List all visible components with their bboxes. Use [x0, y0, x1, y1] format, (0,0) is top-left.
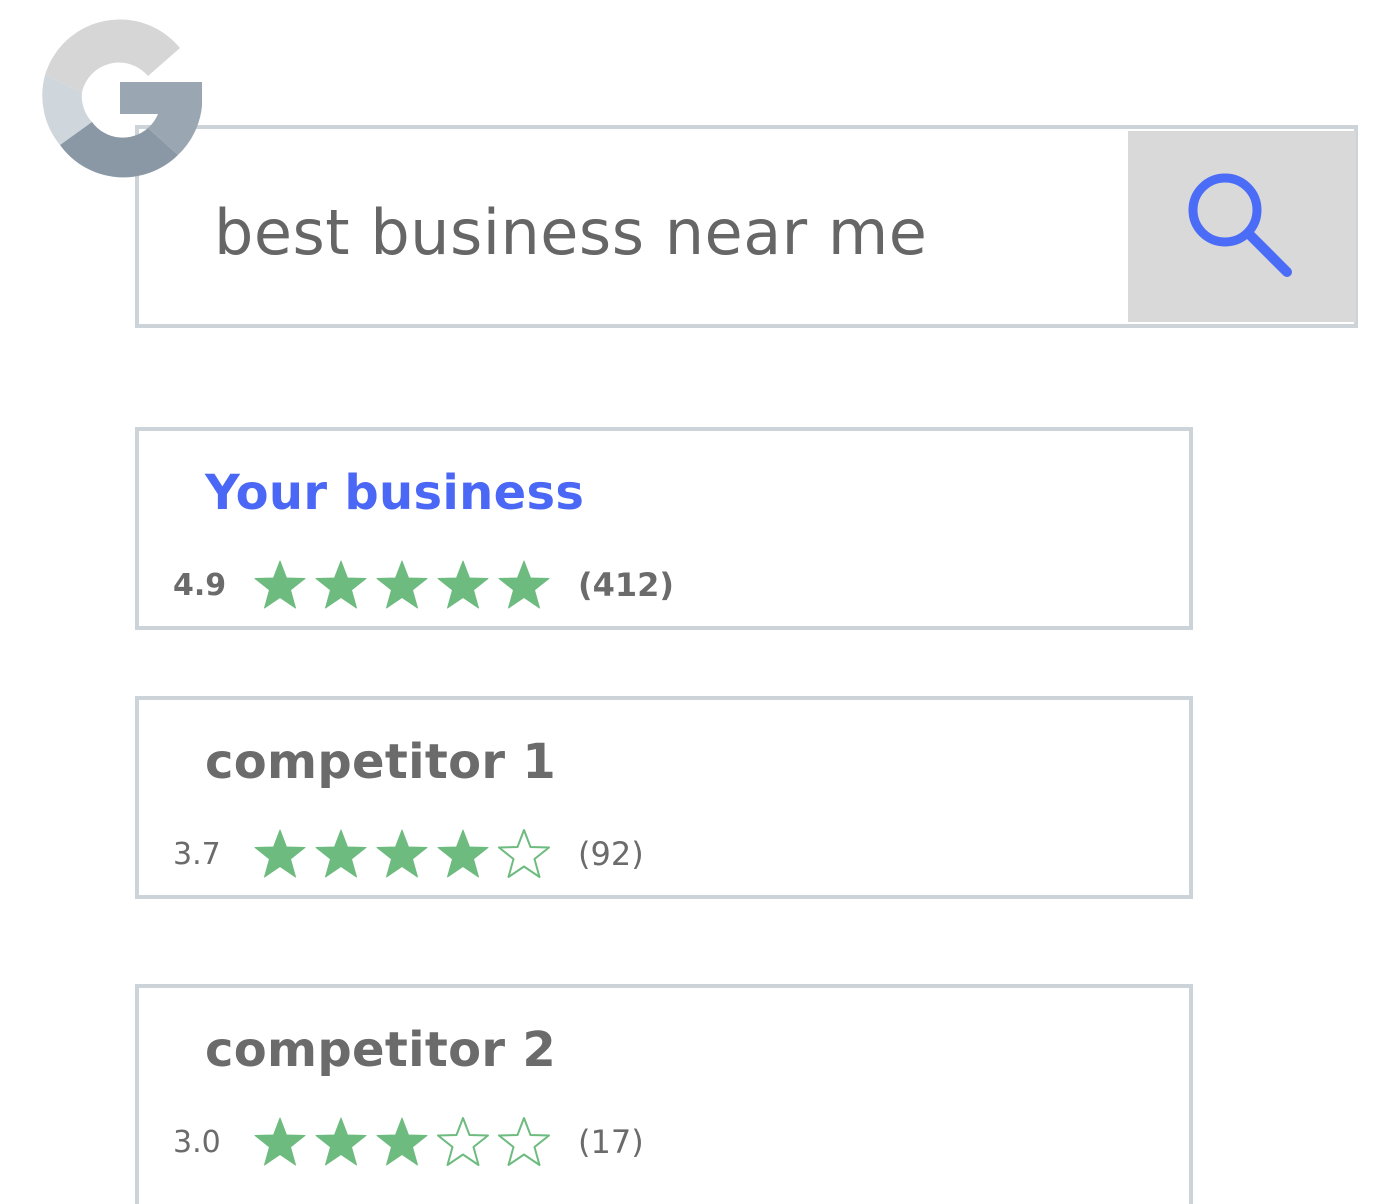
- rating-value: 3.0: [173, 1124, 221, 1160]
- result-card[interactable]: competitor 2 3.0 (17): [135, 984, 1193, 1204]
- rating-row: 3.7 (92): [173, 828, 644, 880]
- rating-row: 4.9 (412): [173, 559, 674, 611]
- search-button[interactable]: [1128, 131, 1356, 322]
- search-input[interactable]: [214, 187, 1114, 277]
- review-count: (92): [578, 835, 644, 873]
- star-filled-icon: [437, 560, 489, 609]
- star-filled-icon: [254, 1117, 306, 1166]
- rating-value: 3.7: [173, 836, 221, 872]
- rating-value: 4.9: [173, 567, 227, 603]
- result-card[interactable]: competitor 1 3.7 (92): [135, 696, 1193, 899]
- star-empty-icon: [437, 1117, 489, 1166]
- review-count: (17): [578, 1123, 644, 1161]
- star-empty-icon: [498, 1117, 550, 1166]
- result-card[interactable]: Your business 4.9 (412): [135, 427, 1193, 630]
- google-g-logo: [42, 19, 202, 178]
- rating-row: 3.0 (17): [173, 1116, 644, 1168]
- result-title[interactable]: competitor 2: [205, 1022, 556, 1078]
- star-filled-icon: [254, 560, 306, 609]
- result-title[interactable]: Your business: [205, 465, 584, 521]
- star-filled-icon: [315, 1117, 367, 1166]
- star-filled-icon: [315, 829, 367, 878]
- star-rating: [253, 1116, 558, 1168]
- star-filled-icon: [437, 829, 489, 878]
- star-filled-icon: [376, 560, 428, 609]
- star-rating: [253, 828, 558, 880]
- star-filled-icon: [376, 829, 428, 878]
- star-filled-icon: [315, 560, 367, 609]
- result-title[interactable]: competitor 1: [205, 734, 556, 790]
- star-filled-icon: [254, 829, 306, 878]
- review-count: (412): [578, 566, 675, 604]
- star-empty-icon: [498, 829, 550, 878]
- search-icon: [1188, 173, 1292, 277]
- search-box: [135, 125, 1358, 328]
- star-filled-icon: [376, 1117, 428, 1166]
- star-filled-icon: [498, 560, 550, 609]
- star-rating: [253, 559, 558, 611]
